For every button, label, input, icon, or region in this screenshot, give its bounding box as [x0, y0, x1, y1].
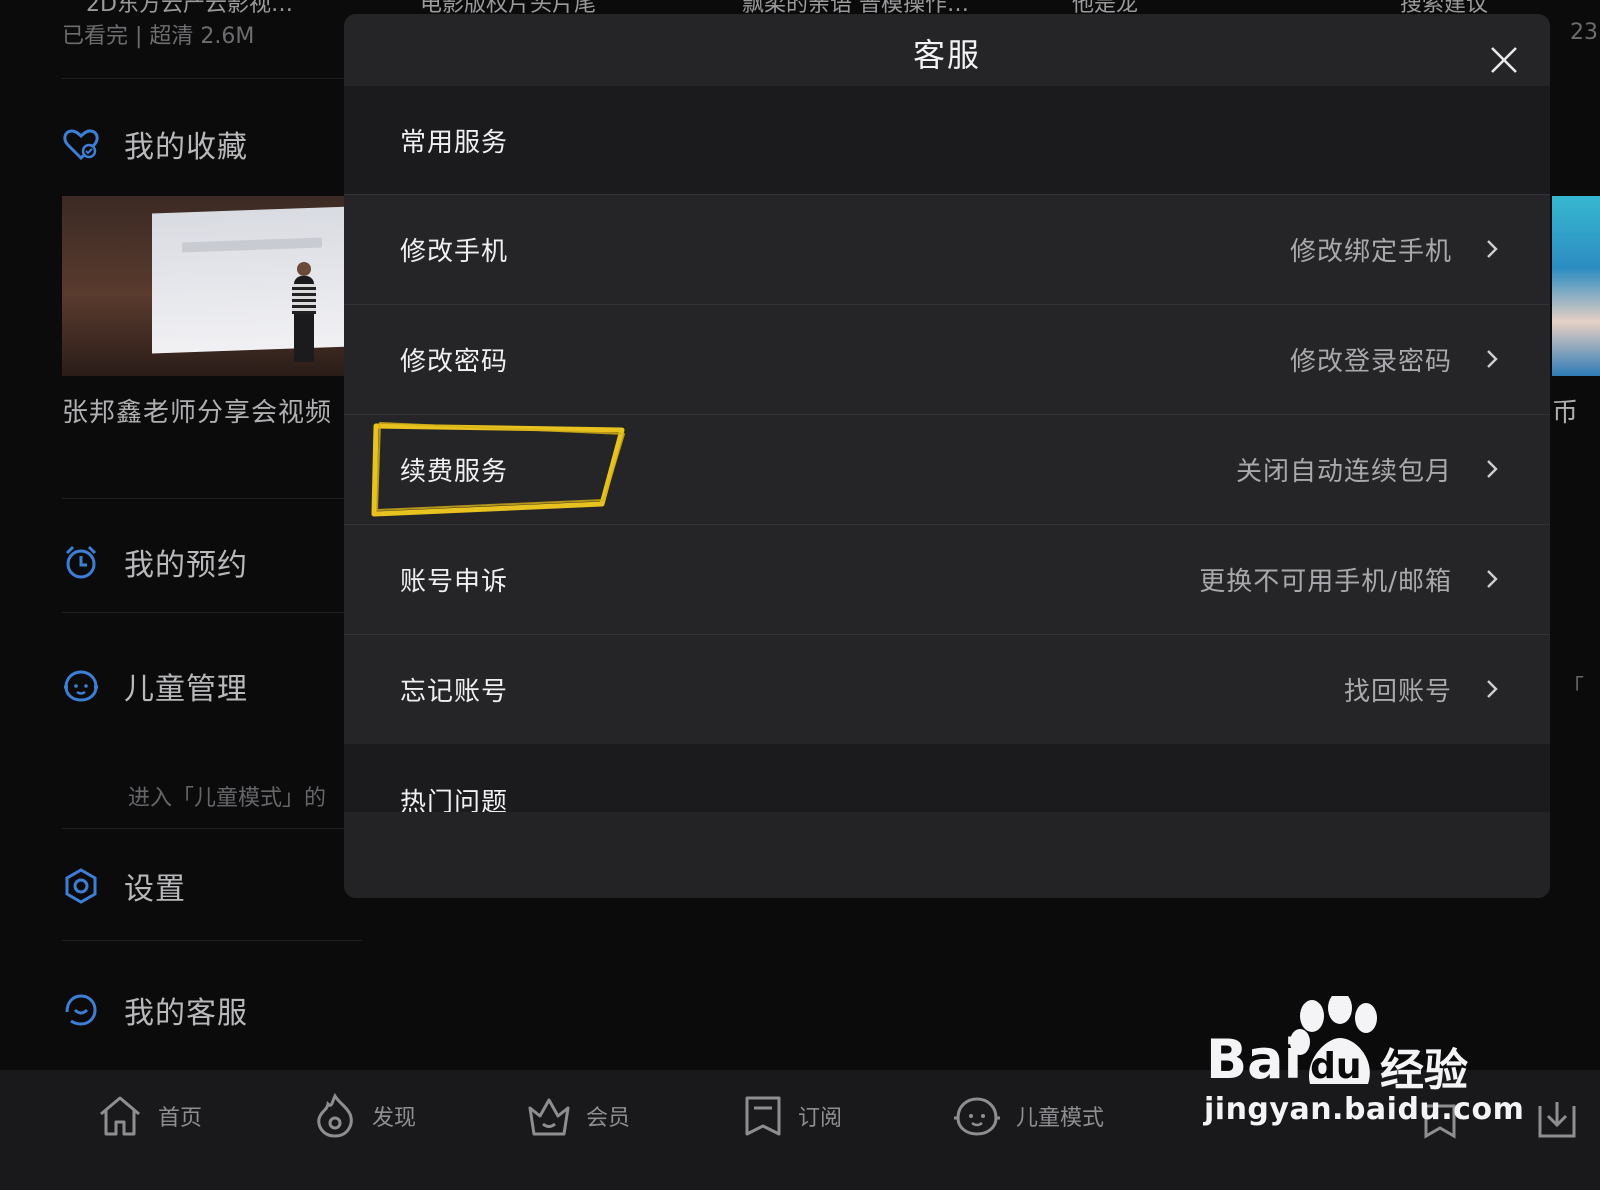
- watermark-url: jingyan.baidu.com: [1204, 1092, 1525, 1127]
- dialog-title: 客服: [912, 36, 981, 74]
- tab-subscribe[interactable]: 订阅: [742, 1092, 842, 1140]
- favorites-label: 我的收藏: [124, 130, 248, 165]
- chevron-right-icon: [1487, 570, 1498, 588]
- row-label: 忘记账号: [400, 677, 509, 707]
- section-common-services: 常用服务: [344, 86, 1550, 194]
- row-action: 修改登录密码: [1289, 347, 1452, 377]
- row-label: 修改密码: [400, 347, 509, 377]
- section-title: 常用服务: [400, 128, 509, 158]
- tab-vip-label: 会员: [586, 1106, 631, 1131]
- settings-label: 设置: [124, 872, 186, 907]
- video-thumbnail-partial[interactable]: [1552, 196, 1600, 376]
- kids-mode-icon: [954, 1097, 1000, 1136]
- top-item: 他是龙: [1072, 0, 1139, 14]
- home-icon: [100, 1096, 140, 1136]
- kids-mode-description: 进入「儿童模式」的: [128, 786, 327, 811]
- right-edge-text: 币: [1552, 398, 1579, 428]
- download-icon: [1538, 1102, 1576, 1138]
- chevron-right-icon: [1487, 350, 1498, 368]
- row-action: 找回账号: [1343, 677, 1452, 707]
- divider: [62, 612, 362, 613]
- row-label: 账号申诉: [400, 567, 509, 597]
- close-button[interactable]: [1488, 44, 1520, 76]
- row-change-password[interactable]: 修改密码 修改登录密码: [344, 304, 1550, 415]
- divider: [62, 498, 362, 499]
- dialog-header: 客服: [344, 14, 1550, 86]
- my-service-label: 我的客服: [124, 996, 248, 1031]
- watermark-jingyan: 经验: [1380, 1045, 1468, 1096]
- row-action: 关闭自动连续包月: [1235, 457, 1452, 487]
- favorites-entry[interactable]: 我的收藏: [62, 122, 248, 166]
- reservations-label: 我的预约: [124, 548, 248, 583]
- kid-face-icon: [62, 667, 100, 705]
- row-action: 更换不可用手机/邮箱: [1199, 567, 1452, 597]
- tab-download[interactable]: [1534, 1096, 1580, 1142]
- customer-service-dialog: 客服 常用服务 修改手机 修改绑定手机 修改密码 修改登录密码 续费服务 关闭自…: [344, 14, 1550, 898]
- row-change-phone[interactable]: 修改手机 修改绑定手机: [344, 194, 1550, 305]
- watched-info: 已看完 | 超清 2.6M: [62, 24, 255, 49]
- tab-kids-mode[interactable]: 儿童模式: [952, 1092, 1104, 1140]
- kids-management-entry[interactable]: 儿童管理: [62, 664, 248, 708]
- my-service-entry[interactable]: 我的客服: [62, 988, 248, 1032]
- top-video-titles-strip: 2D东方云产云影视… 电影版权片头片尾 飘柔的亲语 普模操作… 他是龙 搜索建议: [0, 0, 1600, 14]
- watermark-brand: Bai du: [1206, 1028, 1362, 1091]
- chevron-right-icon: [1487, 240, 1498, 258]
- right-edge-text: 23: [1570, 20, 1598, 45]
- kids-management-label: 儿童管理: [124, 672, 248, 707]
- subscribe-icon: [745, 1096, 781, 1136]
- top-item: 搜索建议: [1400, 0, 1489, 14]
- divider: [62, 940, 362, 941]
- customer-service-icon: [62, 991, 100, 1029]
- tab-discover-label: 发现: [372, 1106, 417, 1131]
- row-renewal-service[interactable]: 续费服务 关闭自动连续包月: [344, 414, 1550, 525]
- row-label: 续费服务: [400, 457, 509, 487]
- top-item: 2D东方云产云影视…: [86, 0, 293, 14]
- close-icon: [1491, 47, 1517, 73]
- heart-icon: [62, 125, 100, 163]
- row-action: 修改绑定手机: [1289, 237, 1452, 267]
- chevron-right-icon: [1487, 680, 1498, 698]
- video-thumbnail[interactable]: [62, 196, 362, 376]
- tab-kids-mode-label: 儿童模式: [1016, 1106, 1105, 1131]
- section-hot-questions: 热门问题: [344, 744, 1550, 818]
- top-item: 电影版权片头片尾: [420, 0, 597, 14]
- settings-hexagon-icon: [62, 867, 100, 905]
- settings-entry[interactable]: 设置: [62, 864, 186, 908]
- tab-vip[interactable]: 会员: [526, 1092, 630, 1140]
- reservations-entry[interactable]: 我的预约: [62, 540, 248, 584]
- right-edge-text: 「: [1562, 676, 1585, 701]
- tab-home[interactable]: 首页: [96, 1092, 202, 1140]
- divider: [62, 828, 362, 829]
- tab-subscribe-label: 订阅: [798, 1106, 843, 1131]
- video-title[interactable]: 张邦鑫老师分享会视频: [62, 392, 332, 429]
- divider: [62, 78, 362, 79]
- top-item: 飘柔的亲语 普模操作…: [742, 0, 969, 14]
- vip-crown-icon: [528, 1098, 570, 1136]
- discover-icon: [317, 1092, 353, 1138]
- alarm-clock-icon: [62, 543, 100, 581]
- row-account-appeal[interactable]: 账号申诉 更换不可用手机/邮箱: [344, 524, 1550, 635]
- row-label: 修改手机: [400, 237, 509, 267]
- row-forgot-account[interactable]: 忘记账号 找回账号: [344, 634, 1550, 745]
- chevron-right-icon: [1487, 460, 1498, 478]
- dialog-footer: [344, 812, 1550, 898]
- tab-discover[interactable]: 发现: [312, 1092, 416, 1140]
- tab-home-label: 首页: [158, 1106, 203, 1131]
